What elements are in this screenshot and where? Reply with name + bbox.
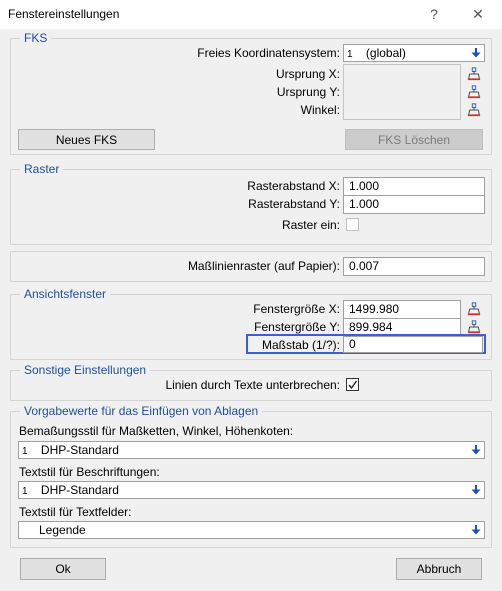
ansicht-legend: Ansichtsfenster — [20, 287, 111, 301]
raster-legend: Raster — [20, 162, 64, 176]
ursprung-x-label: Ursprung X: — [275, 67, 340, 81]
koord-label: Freies Koordinatensystem: — [197, 46, 340, 60]
textfelder-dropdown-arrow-icon[interactable] — [468, 522, 483, 537]
bemassung-dropdown[interactable]: 1 DHP-Standard — [18, 441, 485, 459]
koord-dropdown-arrow-icon[interactable] — [468, 45, 483, 60]
koord-dropdown[interactable]: 1 (global) — [343, 44, 485, 62]
bemassung-index: 1 — [22, 446, 28, 457]
fks-loeschen-button[interactable]: FKS Löschen — [345, 129, 483, 150]
rasterabstand-y-input[interactable]: 1.000 — [343, 195, 485, 214]
ursprung-winkel-field — [343, 64, 461, 120]
textstil-index: 1 — [22, 486, 28, 497]
abbruch-button[interactable]: Abbruch — [396, 558, 482, 580]
bemassung-label: Bemaßungsstil für Maßketten, Winkel, Höh… — [19, 424, 294, 438]
ursprung-y-label: Ursprung Y: — [276, 85, 340, 99]
fenstergroesse-x-label: Fenstergröße X: — [253, 302, 340, 316]
koord-index: 1 — [347, 49, 353, 60]
pick-winkel-icon[interactable] — [465, 101, 483, 119]
textstil-dropdown-arrow-icon[interactable] — [468, 482, 483, 497]
sonstige-legend: Sonstige Einstellungen — [20, 363, 151, 377]
masslinien-label: Maßlinienraster (auf Papier): — [187, 259, 340, 273]
window-title: Fenstereinstellungen — [8, 7, 120, 21]
pick-fenstergroesse-x-icon[interactable] — [465, 300, 483, 318]
rasterabstand-x-input[interactable]: 1.000 — [343, 177, 485, 196]
textfelder-label: Textstil für Textfelder: — [19, 505, 132, 519]
fks-legend: FKS — [20, 31, 52, 45]
masslinien-input[interactable]: 0.007 — [343, 257, 485, 276]
help-button[interactable]: ? — [424, 5, 444, 23]
massstab-label: Maßstab (1/?): — [261, 338, 340, 352]
pick-ursprung-y-icon[interactable] — [465, 83, 483, 101]
koord-value: (global) — [365, 46, 406, 60]
textstil-value: DHP-Standard — [40, 483, 119, 497]
bemassung-dropdown-arrow-icon[interactable] — [468, 442, 483, 457]
textstil-dropdown[interactable]: 1 DHP-Standard — [18, 481, 485, 499]
neues-fks-button[interactable]: Neues FKS — [18, 129, 155, 150]
textfelder-dropdown[interactable]: Legende — [18, 521, 485, 539]
ok-button[interactable]: Ok — [20, 558, 106, 580]
fenstergroesse-y-label: Fenstergröße Y: — [254, 320, 340, 334]
bemassung-value: DHP-Standard — [40, 443, 119, 457]
rasterabstand-y-label: Rasterabstand Y: — [248, 197, 340, 211]
massstab-input[interactable]: 0 — [343, 336, 483, 353]
textfelder-value: Legende — [39, 523, 86, 537]
fenstergroesse-x-input[interactable]: 1499.980 — [343, 300, 461, 319]
raster-ein-label: Raster ein: — [281, 218, 340, 232]
check-icon — [348, 380, 358, 390]
close-button[interactable]: ✕ — [468, 5, 488, 23]
textstil-label: Textstil für Beschriftungen: — [19, 465, 160, 479]
linien-checkbox[interactable] — [346, 378, 359, 391]
rasterabstand-x-label: Rasterabstand X: — [247, 179, 340, 193]
winkel-label: Winkel: — [300, 103, 340, 117]
linien-label: Linien durch Texte unterbrechen: — [165, 378, 340, 392]
vorgabe-legend: Vorgabewerte für das Einfügen von Ablage… — [20, 404, 263, 418]
pick-ursprung-x-icon[interactable] — [465, 65, 483, 83]
raster-ein-checkbox[interactable] — [346, 218, 359, 231]
